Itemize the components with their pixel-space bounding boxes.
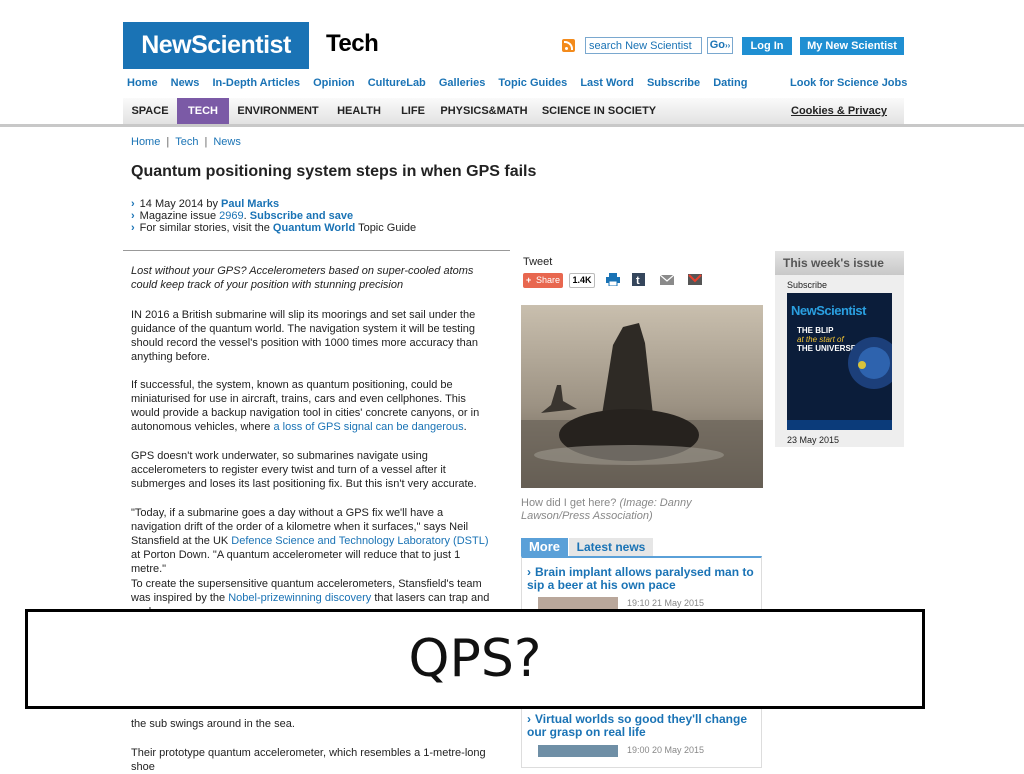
article-standfirst: Lost without your GPS? Accelerometers ba… [131, 265, 474, 291]
svg-text:t: t [636, 275, 640, 286]
news-item-title[interactable]: › Brain implant allows paralysed man to s… [527, 566, 757, 592]
article-paragraph: If successful, the system, known as quan… [131, 379, 480, 433]
news-item-time: 19:10 21 May 2015 [627, 598, 705, 608]
nav-culturelab[interactable]: CultureLab [368, 77, 426, 89]
share-button[interactable]: Share [523, 273, 563, 288]
category-bar: SPACE TECH ENVIRONMENT HEALTH LIFE PHYSI… [123, 98, 904, 124]
tumblr-icon[interactable]: t [632, 273, 645, 287]
section-title: Tech [326, 30, 379, 57]
news-item-thumbnail[interactable] [538, 597, 618, 609]
nav-dating[interactable]: Dating [713, 77, 747, 89]
share-count: 1.4K [569, 273, 595, 288]
nav-news[interactable]: News [171, 77, 200, 89]
news-item-title[interactable]: › Virtual worlds so good they'll change o… [527, 713, 757, 739]
article-headline: Quantum positioning system steps in when… [131, 163, 537, 180]
this-week-issue-heading: This week's issue [775, 251, 904, 275]
email-icon[interactable] [659, 273, 675, 286]
topic-guide-link[interactable]: Quantum World [273, 222, 355, 234]
news-item-thumbnail[interactable] [538, 745, 618, 757]
tab-latest-news[interactable]: Latest news [569, 538, 653, 556]
category-environment[interactable]: ENVIRONMENT [229, 98, 327, 124]
new-scientist-logo[interactable]: NewScientist [123, 22, 309, 69]
news-item-time: 19:00 20 May 2015 [627, 745, 705, 755]
cover-footer-bar [787, 420, 892, 430]
dstl-link[interactable]: Defence Science and Technology Laborator… [231, 535, 488, 547]
breadcrumb-news[interactable]: News [213, 136, 241, 148]
nav-topic-guides[interactable]: Topic Guides [498, 77, 567, 89]
nav-in-depth[interactable]: In-Depth Articles [212, 77, 300, 89]
gps-loss-link[interactable]: a loss of GPS signal can be dangerous [273, 421, 463, 433]
category-tech[interactable]: TECH [177, 98, 229, 124]
print-icon[interactable] [606, 273, 620, 287]
category-health[interactable]: HEALTH [327, 98, 391, 124]
header-divider [0, 124, 1024, 127]
article-paragraph: Their prototype quantum accelerometer, w… [131, 747, 486, 773]
tab-more[interactable]: More [521, 538, 568, 556]
article-paragraph: "Today, if a submarine goes a day withou… [131, 507, 489, 575]
category-space[interactable]: SPACE [123, 98, 177, 124]
author-link[interactable]: Paul Marks [221, 198, 279, 210]
article-divider [123, 250, 510, 251]
nav-subscribe[interactable]: Subscribe [647, 77, 700, 89]
issue-date: 23 May 2015 [787, 435, 840, 445]
my-new-scientist-button[interactable]: My New Scientist [800, 37, 904, 55]
nobel-discovery-link[interactable]: Nobel-prizewinning discovery [228, 592, 371, 604]
category-life[interactable]: LIFE [391, 98, 435, 124]
article-paragraph: GPS doesn't work underwater, so submarin… [131, 450, 477, 490]
cookies-privacy-link[interactable]: Cookies & Privacy [791, 98, 887, 124]
breadcrumb: Home | Tech | News [131, 136, 241, 148]
magazine-cover[interactable]: NewScientist THE BLIP at the start of THE … [787, 293, 892, 430]
tweet-button[interactable]: Tweet [523, 256, 552, 268]
nav-galleries[interactable]: Galleries [439, 77, 485, 89]
science-jobs-link[interactable]: Look for Science Jobs [790, 77, 907, 89]
gmail-icon[interactable] [688, 273, 702, 286]
article-paragraph: IN 2016 a British submarine will slip it… [131, 309, 478, 363]
issue-link[interactable]: 2969 [219, 210, 243, 222]
magazine-issue-line: › Magazine issue 2969. Subscribe and save [131, 210, 354, 222]
search-input[interactable] [585, 37, 702, 54]
nav-home[interactable]: Home [127, 77, 158, 89]
photo-caption: How did I get here? (Image: Danny Lawson… [521, 497, 692, 522]
category-science-in-society[interactable]: SCIENCE IN SOCIETY [533, 98, 665, 124]
issue-subscribe-link[interactable]: Subscribe [787, 280, 827, 290]
search-go-button[interactable]: Go›› [707, 37, 733, 54]
similar-stories-line: › For similar stories, visit the Quantum … [131, 222, 417, 234]
category-physics-math[interactable]: PHYSICS&MATH [435, 98, 533, 124]
login-button[interactable]: Log In [742, 37, 792, 55]
nav-opinion[interactable]: Opinion [313, 77, 355, 89]
subscribe-save-link[interactable]: Subscribe and save [250, 210, 353, 222]
cover-logo: NewScientist [791, 303, 866, 318]
breadcrumb-tech[interactable]: Tech [175, 136, 198, 148]
overlay-caption-box: QPS? [25, 609, 925, 709]
breadcrumb-home[interactable]: Home [131, 136, 160, 148]
article-date-line: › 14 May 2014 by Paul Marks [131, 198, 280, 210]
nav-last-word[interactable]: Last Word [580, 77, 634, 89]
top-navigation: Home News In-Depth Articles Opinion Cult… [127, 77, 757, 89]
article-paragraph: the sub swings around in the sea. [131, 718, 295, 730]
submarine-photo [521, 305, 763, 488]
rss-icon[interactable] [562, 39, 575, 52]
